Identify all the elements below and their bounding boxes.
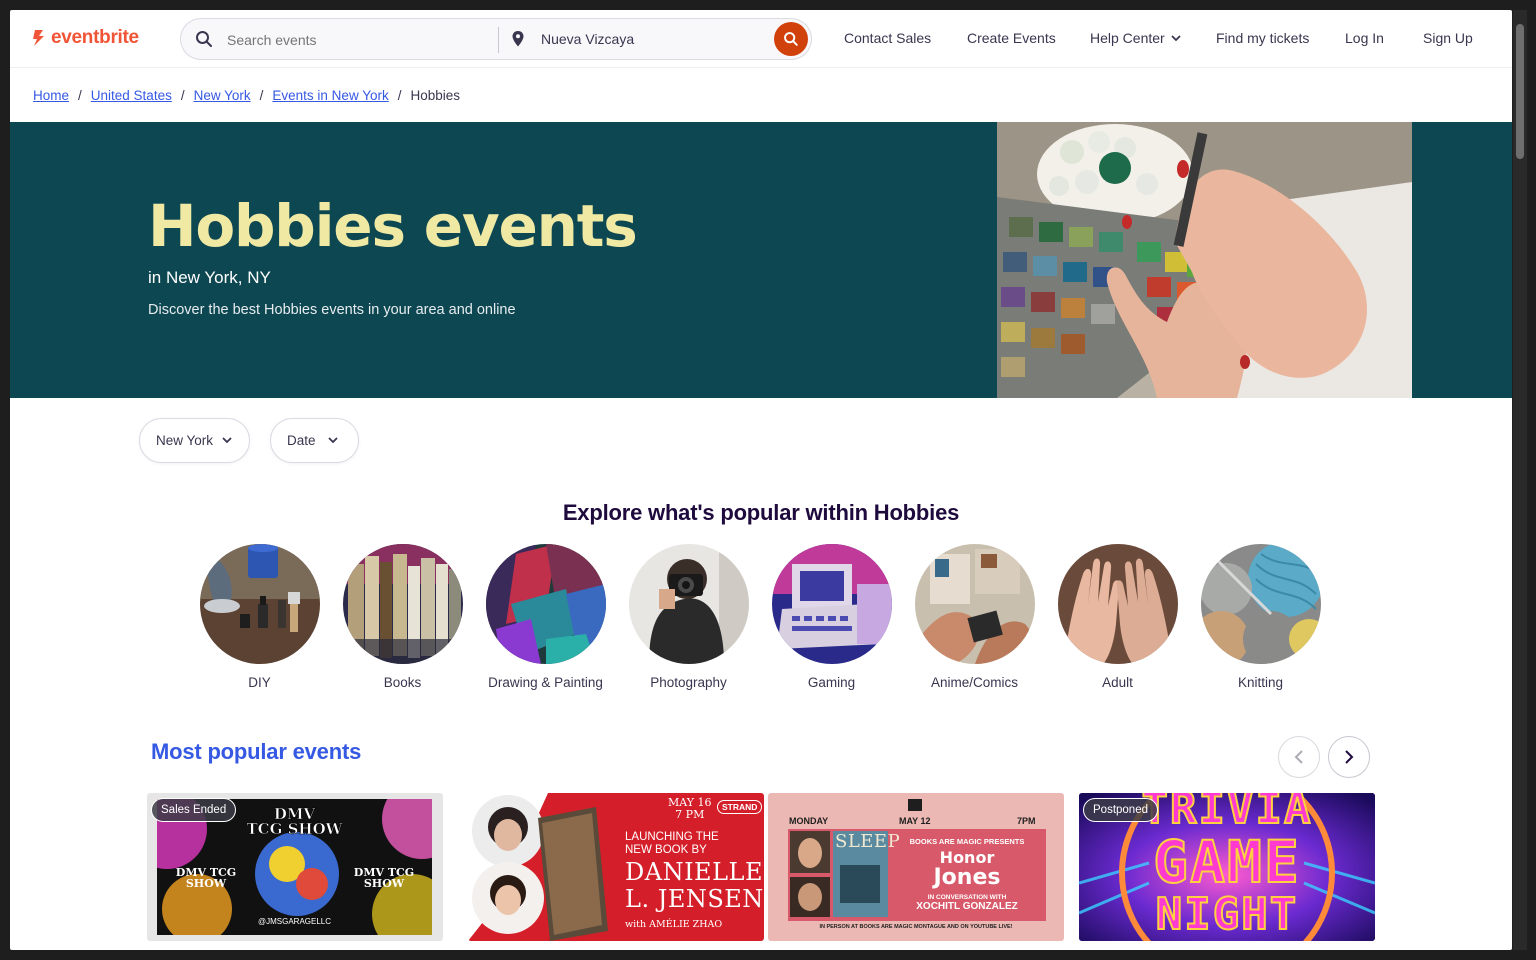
nav-log-in[interactable]: Log In [1345,30,1384,46]
chevron-down-icon [327,437,338,444]
category-image-photography [628,544,749,664]
browser-viewport: eventbrite Nueva Vizcaya Contact Sales [10,10,1512,950]
category-anime-comics[interactable]: Anime/Comics [903,544,1046,690]
category-books[interactable]: Books [331,544,474,690]
hero-image-painting [997,122,1412,398]
event-presents-text: BOOKS ARE MAGIC PRESENTS [909,837,1025,846]
date-filter[interactable]: Date [270,418,359,463]
event-launch-text: LAUNCHING THE NEW BOOK BY [625,831,719,856]
breadcrumb-current: Hobbies [410,88,461,103]
event-side-label-right: DMV TCG SHOW [353,866,415,890]
breadcrumb-separator: / [397,88,402,103]
event-title-line2: TCG SHOW [246,820,343,838]
event-time: 7 PM [675,808,705,821]
location-filter[interactable]: New York [139,418,250,463]
status-badge: Sales Ended [151,798,237,822]
search-bar: Nueva Vizcaya [180,18,812,60]
category-gaming[interactable]: Gaming [760,544,903,690]
nav-find-tickets[interactable]: Find my tickets [1216,30,1309,46]
search-button-icon [784,32,798,46]
event-with-text: with AMÉLIE ZHAO [625,919,723,930]
hero-location: in New York, NY [148,268,271,287]
explore-title: Explore what's popular within Hobbies [562,500,960,525]
chevron-down-icon [1171,34,1181,41]
category-image-books [342,544,463,664]
category-photography[interactable]: Photography [617,544,760,690]
nav-help-center[interactable]: Help Center [1090,30,1181,46]
event-guest-name: XOCHITL GONZALEZ [916,901,1018,912]
chevron-left-icon [1294,750,1303,764]
event-footer-text: IN PERSON AT BOOKS ARE MAGIC MONTAGUE AN… [819,924,1013,930]
category-image-drawing-painting [485,544,606,664]
breadcrumb-events-in-new-york[interactable]: Events in New York [272,88,388,103]
category-label: Knitting [1237,675,1284,690]
status-badge: Postponed [1083,798,1158,822]
chevron-right-icon [1345,750,1354,764]
eventbrite-logo[interactable]: eventbrite [32,27,139,49]
search-icon [196,31,212,47]
search-button[interactable] [774,22,808,56]
category-knitting[interactable]: Knitting [1189,544,1332,690]
category-label: Adult [1102,675,1133,690]
section-title-most-popular: Most popular events [151,739,362,764]
breadcrumb: Home / United States / New York / Events… [33,88,460,103]
category-image-diy [199,544,320,664]
breadcrumb-separator: / [259,88,264,103]
category-label: Photography [650,675,727,690]
nav-sign-up[interactable]: Sign Up [1423,30,1473,46]
page-title: Hobbies events [148,192,638,260]
strand-logo: STRAND [717,800,763,814]
search-divider [498,27,499,53]
event-card-honor-jones[interactable]: MONDAY MAY 12 7PM SLEEP BOOKS ARE MAGIC … [768,793,1064,941]
carousel-next-button[interactable] [1328,736,1370,778]
category-label: Drawing & Painting [488,675,603,690]
category-adult[interactable]: Adult [1046,544,1189,690]
category-label: DIY [248,675,271,690]
category-label: Gaming [807,675,856,690]
category-image-gaming [771,544,892,664]
carousel-prev-button[interactable] [1278,736,1320,778]
search-input[interactable] [227,28,487,52]
event-name-line2: Jones [933,865,1001,890]
category-diy[interactable]: DIY [188,544,331,690]
location-pin-icon [512,31,524,47]
date-filter-label: Date [287,433,316,448]
page-scrollbar[interactable] [1513,10,1527,950]
breadcrumb-separator: / [78,88,82,103]
category-label: Anime/Comics [930,675,1019,690]
event-author-line1: DANIELLE [625,858,763,886]
hero-description: Discover the best Hobbies events in your… [148,302,516,318]
event-title-line3: NIGHT [1155,889,1299,940]
location-input[interactable]: Nueva Vizcaya [541,31,634,47]
event-conversation-text: IN CONVERSATION WITH [927,894,1007,901]
breadcrumb-new-york[interactable]: New York [194,88,251,103]
help-center-label: Help Center [1090,30,1165,46]
scrollbar-thumb[interactable] [1516,24,1524,159]
event-card-dmv-tcg[interactable]: DMV TCG SHOW DMV TCG SHOW DMV TCG SHOW @… [147,793,443,941]
breadcrumb-united-states[interactable]: United States [91,88,172,103]
category-label: Books [383,675,422,690]
hero-banner: Hobbies events in New York, NY Discover … [10,122,1512,398]
category-image-adult [1057,544,1178,664]
location-filter-label: New York [156,433,214,448]
breadcrumb-separator: / [180,88,185,103]
event-author-line2: L. JENSEN [625,885,764,913]
event-card-danielle-jensen[interactable]: MAY 16 7 PM STRAND LAUNCHING THE NEW BOO… [468,793,764,941]
logo-text: eventbrite [51,27,139,48]
category-image-anime-comics [914,544,1035,664]
nav-create-events[interactable]: Create Events [967,30,1056,46]
top-header: eventbrite Nueva Vizcaya Contact Sales [10,10,1512,68]
chevron-down-icon [222,437,232,444]
event-side-label-left: DMV TCG SHOW [175,866,237,890]
category-image-knitting [1200,544,1321,664]
nav-contact-sales[interactable]: Contact Sales [844,30,931,46]
category-drawing-painting[interactable]: Drawing & Painting [474,544,617,690]
event-card-trivia-game-night[interactable]: TRIVIA GAME NIGHT Postponed [1079,793,1375,941]
book-title: SLEEP [835,831,901,852]
breadcrumb-home[interactable]: Home [33,88,69,103]
eventbrite-logo-icon [33,30,44,46]
event-title-line2: GAME [1152,828,1301,896]
event-handle: @JMSGARAGELLC [257,917,332,926]
